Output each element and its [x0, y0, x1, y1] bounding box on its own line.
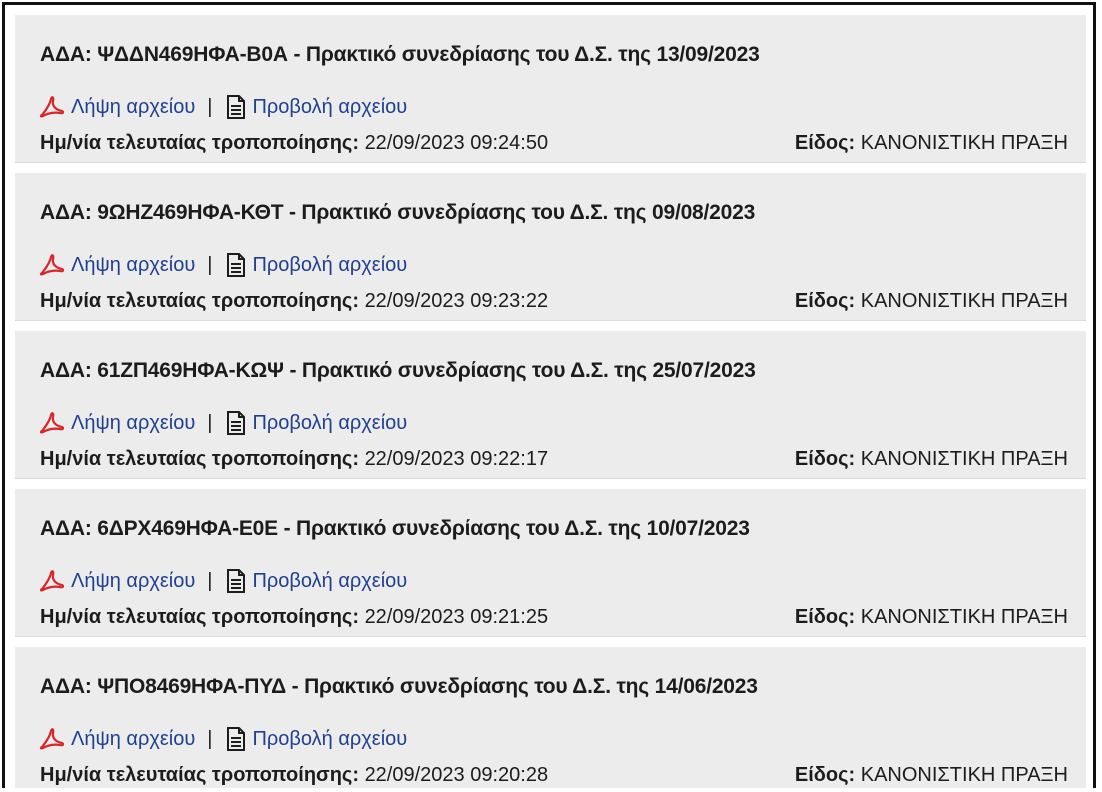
download-label: Λήψη αρχείου [71, 569, 196, 592]
list-item: ΑΔΑ: 61ΖΠ469ΗΦΑ-ΚΩΨ - Πρακτικό συνεδρίασ… [15, 331, 1086, 479]
view-label: Προβολή αρχείου [252, 95, 408, 118]
download-label: Λήψη αρχείου [71, 95, 196, 118]
document-icon [226, 253, 246, 277]
modified-value: 22/09/2023 09:24:50 [364, 132, 549, 154]
modified-label: Ημ/νία τελευταίας τροποποίησης: [40, 606, 359, 628]
pdf-icon [39, 412, 65, 434]
file-links: Λήψη αρχείου | Προβολή αρχείου [39, 409, 407, 437]
modified-date: Ημ/νία τελευταίας τροποποίησης: 22/09/20… [40, 764, 548, 787]
record-title[interactable]: ΑΔΑ: 9ΩΗΖ469ΗΦΑ-ΚΘΤ - Πρακτικό συνεδρίασ… [40, 201, 755, 225]
view-label: Προβολή αρχείου [252, 569, 408, 592]
kind-value: ΚΑΝΟΝΙΣΤΙΚΗ ΠΡΑΞΗ [860, 290, 1068, 312]
kind-value: ΚΑΝΟΝΙΣΤΙΚΗ ΠΡΑΞΗ [860, 448, 1068, 470]
download-label: Λήψη αρχείου [71, 727, 196, 750]
modified-value: 22/09/2023 09:23:22 [364, 290, 549, 312]
link-separator: | [207, 253, 213, 276]
modified-value: 22/09/2023 09:21:25 [364, 606, 549, 628]
file-links: Λήψη αρχείου | Προβολή αρχείου [39, 93, 407, 121]
modified-date: Ημ/νία τελευταίας τροποποίησης: 22/09/20… [40, 606, 548, 629]
modified-label: Ημ/νία τελευταίας τροποποίησης: [40, 448, 359, 470]
pdf-icon [39, 728, 65, 750]
view-label: Προβολή αρχείου [252, 253, 408, 276]
document-icon [226, 569, 246, 593]
kind-label: Είδος: [794, 764, 856, 786]
view-file-link[interactable]: Προβολή αρχείου [226, 727, 407, 751]
download-file-link[interactable]: Λήψη αρχείου [39, 727, 196, 751]
document-icon [226, 411, 246, 435]
download-file-link[interactable]: Λήψη αρχείου [39, 95, 196, 119]
view-file-link[interactable]: Προβολή αρχείου [226, 569, 407, 593]
list-item: ΑΔΑ: 9ΩΗΖ469ΗΦΑ-ΚΘΤ - Πρακτικό συνεδρίασ… [15, 173, 1086, 321]
link-separator: | [207, 95, 213, 118]
document-icon [226, 95, 246, 119]
record-kind: Είδος: ΚΑΝΟΝΙΣΤΙΚΗ ΠΡΑΞΗ [795, 764, 1068, 787]
kind-label: Είδος: [794, 448, 856, 470]
link-separator: | [207, 727, 213, 750]
download-file-link[interactable]: Λήψη αρχείου [39, 411, 196, 435]
record-kind: Είδος: ΚΑΝΟΝΙΣΤΙΚΗ ΠΡΑΞΗ [795, 606, 1068, 629]
decision-list: ΑΔΑ: ΨΔΔΝ469ΗΦΑ-Β0Α - Πρακτικό συνεδρίασ… [15, 15, 1086, 788]
download-label: Λήψη αρχείου [71, 411, 196, 434]
modified-date: Ημ/νία τελευταίας τροποποίησης: 22/09/20… [40, 132, 548, 155]
download-label: Λήψη αρχείου [71, 253, 196, 276]
record-kind: Είδος: ΚΑΝΟΝΙΣΤΙΚΗ ΠΡΑΞΗ [795, 290, 1068, 313]
view-file-link[interactable]: Προβολή αρχείου [226, 253, 407, 277]
pdf-icon [39, 96, 65, 118]
link-separator: | [207, 411, 213, 434]
file-links: Λήψη αρχείου | Προβολή αρχείου [39, 725, 407, 753]
modified-date: Ημ/νία τελευταίας τροποποίησης: 22/09/20… [40, 448, 548, 471]
kind-label: Είδος: [794, 132, 856, 154]
file-links: Λήψη αρχείου | Προβολή αρχείου [39, 567, 407, 595]
view-file-link[interactable]: Προβολή αρχείου [226, 95, 407, 119]
list-item: ΑΔΑ: 6ΔΡΧ469ΗΦΑ-Ε0Ε - Πρακτικό συνεδρίασ… [15, 489, 1086, 637]
record-title[interactable]: ΑΔΑ: ΨΠΟ8469ΗΦΑ-ΠΥΔ - Πρακτικό συνεδρίασ… [40, 675, 758, 699]
pdf-icon [39, 570, 65, 592]
view-label: Προβολή αρχείου [252, 727, 408, 750]
view-file-link[interactable]: Προβολή αρχείου [226, 411, 407, 435]
results-frame: ΑΔΑ: ΨΔΔΝ469ΗΦΑ-Β0Α - Πρακτικό συνεδρίασ… [2, 2, 1096, 788]
record-kind: Είδος: ΚΑΝΟΝΙΣΤΙΚΗ ΠΡΑΞΗ [795, 132, 1068, 155]
modified-label: Ημ/νία τελευταίας τροποποίησης: [40, 290, 359, 312]
kind-value: ΚΑΝΟΝΙΣΤΙΚΗ ΠΡΑΞΗ [860, 764, 1068, 786]
modified-value: 22/09/2023 09:22:17 [364, 448, 549, 470]
record-kind: Είδος: ΚΑΝΟΝΙΣΤΙΚΗ ΠΡΑΞΗ [795, 448, 1068, 471]
kind-label: Είδος: [794, 290, 856, 312]
kind-value: ΚΑΝΟΝΙΣΤΙΚΗ ΠΡΑΞΗ [860, 132, 1068, 154]
document-icon [226, 727, 246, 751]
download-file-link[interactable]: Λήψη αρχείου [39, 569, 196, 593]
modified-label: Ημ/νία τελευταίας τροποποίησης: [40, 764, 359, 786]
modified-date: Ημ/νία τελευταίας τροποποίησης: 22/09/20… [40, 290, 548, 313]
record-title[interactable]: ΑΔΑ: 6ΔΡΧ469ΗΦΑ-Ε0Ε - Πρακτικό συνεδρίασ… [40, 517, 750, 541]
view-label: Προβολή αρχείου [252, 411, 408, 434]
list-item: ΑΔΑ: ΨΠΟ8469ΗΦΑ-ΠΥΔ - Πρακτικό συνεδρίασ… [15, 647, 1086, 788]
download-file-link[interactable]: Λήψη αρχείου [39, 253, 196, 277]
modified-value: 22/09/2023 09:20:28 [364, 764, 549, 786]
pdf-icon [39, 254, 65, 276]
record-title[interactable]: ΑΔΑ: 61ΖΠ469ΗΦΑ-ΚΩΨ - Πρακτικό συνεδρίασ… [40, 359, 756, 383]
modified-label: Ημ/νία τελευταίας τροποποίησης: [40, 132, 359, 154]
record-title[interactable]: ΑΔΑ: ΨΔΔΝ469ΗΦΑ-Β0Α - Πρακτικό συνεδρίασ… [40, 43, 760, 67]
file-links: Λήψη αρχείου | Προβολή αρχείου [39, 251, 407, 279]
kind-value: ΚΑΝΟΝΙΣΤΙΚΗ ΠΡΑΞΗ [860, 606, 1068, 628]
list-item: ΑΔΑ: ΨΔΔΝ469ΗΦΑ-Β0Α - Πρακτικό συνεδρίασ… [15, 15, 1086, 163]
link-separator: | [207, 569, 213, 592]
kind-label: Είδος: [794, 606, 856, 628]
